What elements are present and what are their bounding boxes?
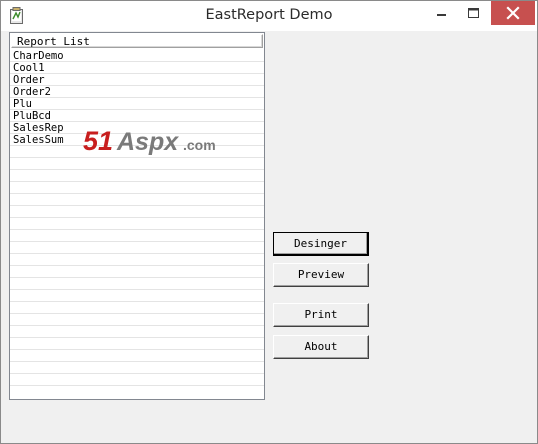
list-item[interactable] [10, 158, 264, 170]
list-item[interactable] [10, 266, 264, 278]
about-button[interactable]: About [273, 335, 369, 359]
list-item[interactable] [10, 278, 264, 290]
list-item[interactable]: Plu [10, 98, 264, 110]
list-item[interactable] [10, 230, 264, 242]
list-item[interactable] [10, 206, 264, 218]
designer-button[interactable]: Desinger [273, 232, 369, 256]
maximize-icon [468, 8, 479, 18]
list-item[interactable] [10, 302, 264, 314]
list-item[interactable]: Order [10, 74, 264, 86]
list-item[interactable] [10, 374, 264, 386]
close-icon [506, 6, 520, 20]
list-item[interactable]: CharDemo [10, 50, 264, 62]
watermark-aspx: Aspx [116, 128, 179, 156]
watermark-logo: 51 Aspx .com [83, 126, 216, 156]
list-item[interactable] [10, 326, 264, 338]
report-list[interactable]: Report List CharDemo Cool1 Order Order2 … [9, 32, 265, 400]
list-item[interactable] [10, 194, 264, 206]
list-item[interactable] [10, 362, 264, 374]
minimize-icon [437, 14, 446, 16]
report-list-rows: CharDemo Cool1 Order Order2 Plu PluBcd S… [10, 50, 264, 386]
print-button[interactable]: Print [273, 303, 369, 327]
list-item[interactable] [10, 242, 264, 254]
list-item[interactable]: PluBcd [10, 110, 264, 122]
list-item[interactable] [10, 290, 264, 302]
watermark-com: .com [183, 137, 216, 153]
list-item[interactable] [10, 254, 264, 266]
main-window: EastReport Demo Report List CharDemo Coo… [0, 0, 538, 444]
list-item[interactable] [10, 182, 264, 194]
close-button[interactable] [491, 1, 535, 25]
list-item[interactable] [10, 350, 264, 362]
preview-button[interactable]: Preview [273, 263, 369, 287]
list-item[interactable]: Order2 [10, 86, 264, 98]
title-bar[interactable]: EastReport Demo [1, 1, 537, 31]
maximize-button[interactable] [459, 1, 489, 25]
list-item[interactable]: Cool1 [10, 62, 264, 74]
list-item[interactable] [10, 338, 264, 350]
watermark-51: 51 [83, 126, 113, 156]
list-item[interactable] [10, 218, 264, 230]
minimize-button[interactable] [427, 1, 457, 25]
report-list-header[interactable]: Report List [11, 34, 263, 48]
list-item[interactable] [10, 314, 264, 326]
list-item[interactable] [10, 170, 264, 182]
